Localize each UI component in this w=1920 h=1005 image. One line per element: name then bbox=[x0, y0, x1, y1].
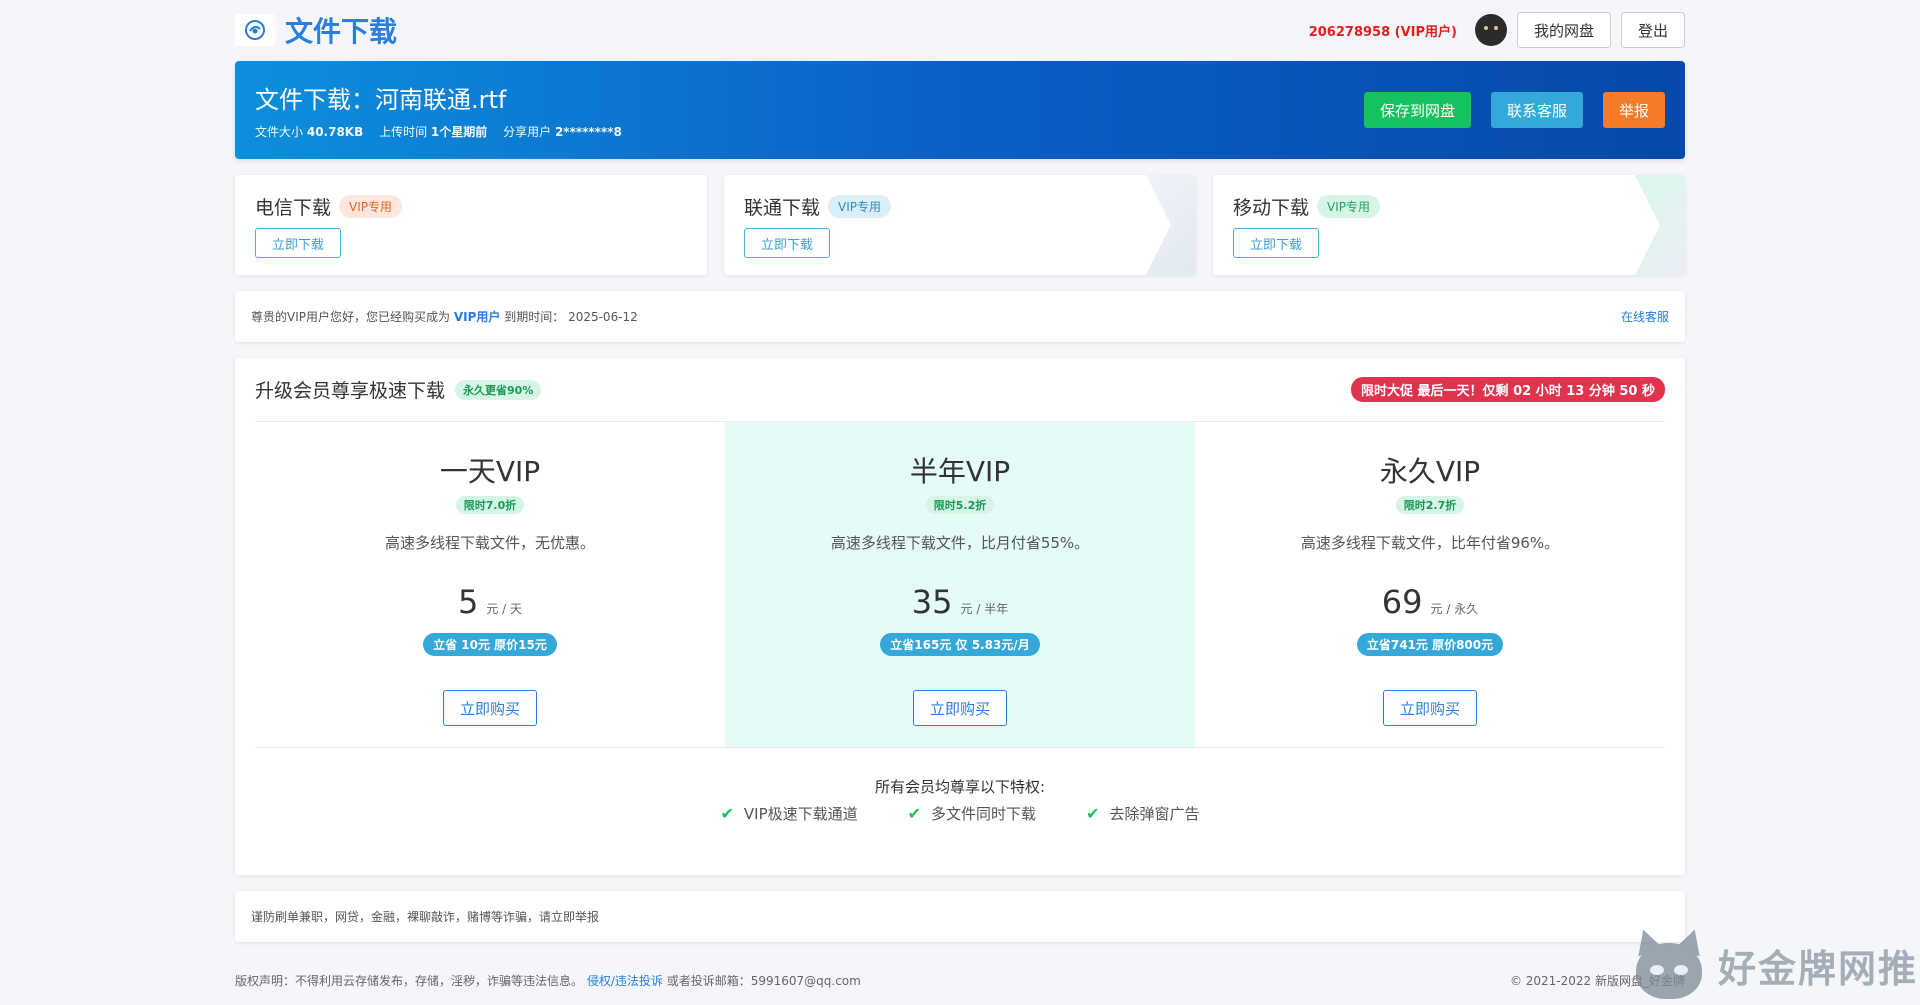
plan-description: 高速多线程下载文件，比年付省96%。 bbox=[1300, 534, 1560, 552]
share-user: 2********8 bbox=[554, 125, 622, 139]
price-value: 5 bbox=[457, 583, 479, 621]
card-decoration bbox=[1635, 175, 1685, 275]
site-title: 文件下载 bbox=[285, 15, 398, 48]
file-title: 文件下载：河南联通.rtf bbox=[255, 86, 507, 114]
vip-label: VIP用户 bbox=[453, 310, 501, 324]
check-icon: ✔ bbox=[720, 804, 734, 823]
size-label: 文件大小 bbox=[255, 125, 304, 139]
perk-label: 去除弹窗广告 bbox=[1109, 805, 1200, 823]
plan-half-year: 半年VIP 限时5.2折 高速多线程下载文件，比月付省55%。 35 元 / 半年… bbox=[725, 422, 1195, 747]
watermark: 好金牌网推 bbox=[1630, 925, 1920, 1005]
perk-label: VIP极速下载通道 bbox=[743, 805, 858, 823]
plan-name: 半年VIP bbox=[909, 455, 1011, 488]
vip-tag: VIP专用 bbox=[339, 195, 403, 218]
file-size: 40.78KB bbox=[306, 125, 364, 139]
plan-discount: 限时2.7折 bbox=[1395, 496, 1465, 514]
card-decoration bbox=[1146, 175, 1196, 275]
telecom-download-button[interactable]: 立即下载 bbox=[255, 228, 342, 258]
upload-label: 上传时间 bbox=[379, 125, 428, 139]
download-options: 电信下载 VIP专用 立即下载 联通下载 VIP专用 立即下载 移动下载 VIP… bbox=[235, 175, 1685, 275]
user-id: 206278958 (VIP用户) bbox=[1308, 24, 1457, 40]
buy-permanent-button[interactable]: 立即购买 bbox=[1382, 690, 1477, 726]
complaint-email: 或者投诉邮箱：5991607@qq.com bbox=[666, 973, 861, 988]
avatar[interactable] bbox=[1474, 14, 1507, 46]
brand[interactable]: 文件下载 bbox=[235, 10, 397, 50]
telecom-download-card: 电信下载 VIP专用 立即下载 bbox=[235, 175, 707, 275]
mobile-download-card: 移动下载 VIP专用 立即下载 bbox=[1213, 175, 1685, 275]
check-icon: ✔ bbox=[907, 804, 922, 823]
my-disk-button[interactable]: 我的网盘 bbox=[1516, 12, 1611, 48]
plan-price: 35 元 / 半年 bbox=[725, 583, 1195, 621]
plan-name: 永久VIP bbox=[1379, 455, 1481, 488]
perk-item: ✔ 多文件同时下载 bbox=[908, 803, 1036, 824]
price-unit: 元 / 天 bbox=[486, 602, 523, 616]
perk-list: ✔ VIP极速下载通道 ✔ 多文件同时下载 ✔ 去除弹窗广告 bbox=[255, 803, 1665, 824]
perk-item: ✔ VIP极速下载通道 bbox=[721, 803, 858, 824]
price-unit: 元 / 半年 bbox=[960, 602, 1009, 616]
download-title: 电信下载 bbox=[255, 197, 332, 219]
buy-day-button[interactable]: 立即购买 bbox=[442, 690, 537, 726]
plan-price: 5 元 / 天 bbox=[255, 583, 725, 621]
complaint-link[interactable]: 侵权/违法投诉 bbox=[587, 974, 663, 988]
check-icon: ✔ bbox=[1086, 804, 1100, 823]
online-service-link[interactable]: 在线客服 bbox=[1621, 308, 1669, 325]
unicom-download-button[interactable]: 立即下载 bbox=[744, 228, 831, 258]
plan-description: 高速多线程下载文件，比月付省55%。 bbox=[830, 534, 1090, 552]
plan-discount: 限时5.2折 bbox=[925, 496, 995, 514]
perks: 所有会员均尊享以下特权: ✔ VIP极速下载通道 ✔ 多文件同时下载 ✔ 去除弹窗广告 bbox=[255, 748, 1665, 824]
plans-title: 升级会员尊享极速下载 bbox=[255, 380, 446, 402]
upload-time: 1个星期前 bbox=[430, 125, 488, 139]
perk-item: ✔ 去除弹窗广告 bbox=[1086, 803, 1199, 824]
cat-logo-icon bbox=[1630, 925, 1708, 1001]
promo-countdown: 限时大促 最后一天！仅剩 02 小时 13 分钟 50 秒 bbox=[1351, 377, 1665, 402]
plan-columns: 一天VIP 限时7.0折 高速多线程下载文件，无优惠。 5 元 / 天 立省 10… bbox=[255, 422, 1665, 748]
price-unit: 元 / 永久 bbox=[1430, 602, 1479, 616]
file-meta: 文件大小 40.78KB 上传时间 1个星期前 分享用户 2********8 bbox=[255, 123, 634, 140]
fraud-warning: 谨防刷单兼职，网贷，金融，裸聊敲诈，赌博等诈骗，请立即举报 bbox=[235, 891, 1685, 942]
mobile-download-button[interactable]: 立即下载 bbox=[1233, 228, 1320, 258]
contact-service-button[interactable]: 联系客服 bbox=[1490, 92, 1583, 128]
save-to-disk-button[interactable]: 保存到网盘 bbox=[1363, 92, 1471, 128]
logout-button[interactable]: 登出 bbox=[1620, 12, 1685, 48]
logo-icon bbox=[235, 14, 275, 46]
watermark-text: 好金牌网推 bbox=[1718, 946, 1919, 991]
plans-header: 升级会员尊享极速下载 永久更省90% 限时大促 最后一天！仅剩 02 小时 13… bbox=[255, 358, 1665, 422]
plan-savings: 立省741元 原价800元 bbox=[1356, 633, 1504, 656]
buy-half-year-button[interactable]: 立即购买 bbox=[912, 690, 1007, 726]
plan-savings: 立省165元 仅 5.83元/月 bbox=[880, 633, 1040, 656]
plan-name: 一天VIP bbox=[439, 455, 541, 488]
share-label: 分享用户 bbox=[503, 125, 552, 139]
plan-price: 69 元 / 永久 bbox=[1195, 583, 1665, 621]
user-area: 206278958 (VIP用户) 我的网盘 登出 bbox=[1309, 12, 1685, 48]
price-value: 35 bbox=[911, 583, 953, 621]
vip-notice: 尊贵的VIP用户您好，您已经购买成为 VIP用户 到期时间： 2025-06-1… bbox=[235, 291, 1685, 342]
price-value: 69 bbox=[1381, 583, 1423, 621]
report-button[interactable]: 举报 bbox=[1602, 92, 1665, 128]
vip-plans: 升级会员尊享极速下载 永久更省90% 限时大促 最后一天！仅剩 02 小时 13… bbox=[235, 358, 1685, 875]
plan-savings: 立省 10元 原价15元 bbox=[423, 633, 557, 656]
vip-tag: VIP专用 bbox=[1317, 195, 1381, 218]
plan-permanent: 永久VIP 限时2.7折 高速多线程下载文件，比年付省96%。 69 元 / 永久… bbox=[1195, 422, 1665, 747]
perk-label: 多文件同时下载 bbox=[931, 805, 1037, 823]
plan-description: 高速多线程下载文件，无优惠。 bbox=[384, 534, 595, 552]
download-title: 移动下载 bbox=[1233, 197, 1310, 219]
unicom-download-card: 联通下载 VIP专用 立即下载 bbox=[724, 175, 1196, 275]
file-info: 文件下载：河南联通.rtf 文件大小 40.78KB 上传时间 1个星期前 分享… bbox=[255, 80, 634, 140]
top-bar: 文件下载 206278958 (VIP用户) 我的网盘 登出 bbox=[235, 0, 1685, 60]
notice-prefix: 尊贵的VIP用户您好，您已经购买成为 bbox=[251, 310, 450, 324]
copyright-notice: 版权声明：不得利用云存储发布，存储，淫秽，诈骗等违法信息。 侵权/违法投诉 或者… bbox=[235, 972, 861, 989]
copyright-text: 版权声明：不得利用云存储发布，存储，淫秽，诈骗等违法信息。 bbox=[235, 973, 584, 988]
perks-title: 所有会员均尊享以下特权: bbox=[874, 778, 1046, 796]
expire-date: 2025-06-12 bbox=[568, 310, 638, 324]
plans-badge: 永久更省90% bbox=[455, 379, 542, 400]
download-title: 联通下载 bbox=[744, 197, 821, 219]
expire-label: 到期时间： bbox=[504, 310, 565, 324]
banner-actions: 保存到网盘 联系客服 举报 bbox=[1363, 92, 1665, 128]
plan-discount: 限时7.0折 bbox=[455, 496, 525, 514]
vip-tag: VIP专用 bbox=[828, 195, 892, 218]
vip-status-text: 尊贵的VIP用户您好，您已经购买成为 VIP用户 到期时间： 2025-06-1… bbox=[251, 308, 638, 325]
plan-day: 一天VIP 限时7.0折 高速多线程下载文件，无优惠。 5 元 / 天 立省 10… bbox=[255, 422, 725, 747]
file-banner: 文件下载：河南联通.rtf 文件大小 40.78KB 上传时间 1个星期前 分享… bbox=[235, 61, 1685, 159]
footer: 版权声明：不得利用云存储发布，存储，淫秽，诈骗等违法信息。 侵权/违法投诉 或者… bbox=[235, 965, 1685, 995]
